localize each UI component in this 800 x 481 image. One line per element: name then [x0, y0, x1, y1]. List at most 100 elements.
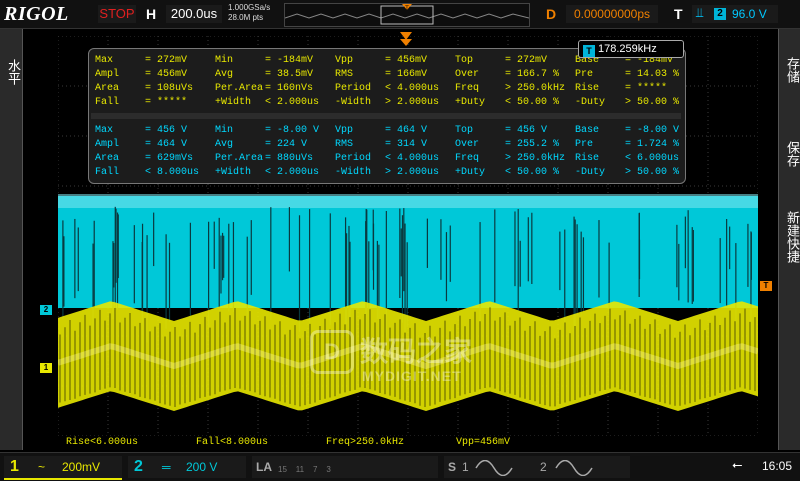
measurement-strip: Rise<6.000us Fall<8.000us Freq>250.0kHz …	[58, 436, 758, 450]
ch1-measure-value: < 2.000us	[265, 97, 320, 108]
ch2-measure-value: = -8.00 V	[625, 125, 680, 136]
horizontal-delay[interactable]: 0.00000000ps	[566, 5, 658, 23]
ch1-measure-label: Over	[455, 69, 480, 80]
ch1-measure-value: = 456mV	[385, 55, 428, 66]
horizontal-label: H	[146, 6, 157, 22]
s2-number: 2	[540, 460, 547, 474]
storage-tab[interactable]: 存储	[781, 57, 799, 83]
ch1-measure-label: Min	[215, 55, 234, 66]
channel-2-box[interactable]: 2 ═ 200 V	[128, 456, 246, 478]
ch1-measure-value: = 38.5mV	[265, 69, 314, 80]
ch2-measure-value: < 50.00 %	[505, 167, 560, 178]
ch1-measure-label: +Width	[215, 97, 252, 108]
s2-sine-icon	[555, 460, 593, 476]
ch2-measure-label: Min	[215, 125, 234, 136]
ch2-measure-label: Top	[455, 125, 474, 136]
trigger-settings[interactable]: ⫫ 2 96.0 V	[692, 5, 778, 23]
ch1-measure-label: RMS	[335, 69, 354, 80]
strip-fall[interactable]: Fall<8.000us	[196, 437, 268, 448]
delay-label: D	[546, 6, 557, 22]
logic-analyzer-box[interactable]: LA 15 11 7 3	[252, 456, 438, 478]
channel-2-offset-marker[interactable]: 2	[40, 305, 52, 315]
right-menu-panel[interactable]: 存储 保存 新建快捷	[778, 29, 800, 450]
ch2-measure-label: Freq	[455, 153, 480, 164]
ch2-measure-value: = 314 V	[385, 139, 428, 150]
ch2-measure-label: +Duty	[455, 167, 486, 178]
ch2-measure-row: Max = 456 V Min = -8.00 V Vpp = 464 V Top = 456…	[95, 125, 685, 139]
ch2-measure-label: Ampl	[95, 139, 120, 150]
ch1-measure-value: = *****	[145, 97, 188, 108]
ch1-measure-label: -Width	[335, 97, 372, 108]
ch2-measure-value: = 464 V	[145, 139, 188, 150]
channel-1-scale: 200mV	[62, 460, 101, 474]
channel-2-number: 2	[134, 458, 143, 475]
ch2-measure-value: < 6.000us	[625, 153, 680, 164]
ch1-measure-label: Ampl	[95, 69, 120, 80]
ch2-measure-label: -Duty	[575, 167, 606, 178]
ch2-measure-label: Max	[95, 125, 114, 136]
clock: 16:05	[762, 459, 793, 473]
la-channel-ticks: 15 11 7 3	[278, 465, 331, 474]
la-label: LA	[256, 460, 272, 474]
ch1-measure-label: Per.Area	[215, 83, 264, 94]
usb-icon: ⭠	[732, 458, 743, 473]
trigger-position-icon[interactable]	[400, 32, 412, 46]
watermark-logo: D	[310, 330, 354, 374]
brand-logo: RIGOL	[4, 3, 69, 25]
ch2-measure-value: = 224 V	[265, 139, 308, 150]
sample-rate: 1.000GSa/s	[228, 3, 271, 12]
horizontal-timebase[interactable]: 200.0us	[166, 5, 222, 23]
ch1-measure-value: = 166.7 %	[505, 69, 560, 80]
ch1-measure-value: = *****	[625, 83, 668, 94]
ch1-measure-value: < 50.00 %	[505, 97, 560, 108]
horizontal-menu-tab[interactable]: 水平	[2, 59, 20, 85]
ch1-measure-label: Period	[335, 83, 372, 94]
memory-overview[interactable]: T	[284, 3, 530, 27]
ch2-measure-value: = 464 V	[385, 125, 428, 136]
ch2-measure-value: = -8.00 V	[265, 125, 320, 136]
rising-edge-icon: ⫫	[696, 6, 704, 21]
ch1-measure-value: = 456mV	[145, 69, 188, 80]
ch1-measure-value: = 108uVs	[145, 83, 194, 94]
new-shortcut-tab[interactable]: 新建快捷	[781, 211, 799, 263]
ch2-measure-value: = 255.2 %	[505, 139, 560, 150]
frequency-counter[interactable]: T 178.259kHz	[578, 40, 684, 58]
measurement-panel[interactable]: Max = 272mV Min = -184mV Vpp = 456mV Top = 272m…	[88, 48, 686, 184]
strip-vpp[interactable]: Vpp=456mV	[456, 437, 510, 448]
strip-rise[interactable]: Rise<6.000us	[66, 437, 138, 448]
ch1-measure-label: -Duty	[575, 97, 606, 108]
channel-1-box[interactable]: 1 ~ 200mV	[4, 456, 122, 480]
trigger-level-marker[interactable]: T	[760, 281, 772, 291]
s1-sine-icon	[475, 460, 513, 476]
channel-1-number: 1	[10, 458, 19, 475]
channel-1-coupling-icon: ~	[38, 460, 46, 474]
watermark-en: MYDIGIT.NET	[362, 368, 462, 384]
ch1-measure-row: Area = 108uVs Per.Area = 160nVs Period < 4.00…	[95, 83, 685, 97]
ch2-measure-label: +Width	[215, 167, 252, 178]
ch2-measure-label: Pre	[575, 139, 594, 150]
save-tab[interactable]: 保存	[781, 141, 799, 167]
serial-decode-box[interactable]: S 1 2	[444, 456, 630, 478]
counter-value: 178.259kHz	[598, 43, 657, 55]
sample-info: 1.000GSa/s 28.0M pts	[228, 3, 270, 23]
ch2-measure-label: Avg	[215, 139, 234, 150]
ch2-measure-value: = 1.724 %	[625, 139, 680, 150]
strip-freq[interactable]: Freq>250.0kHz	[326, 437, 404, 448]
ch2-measure-value: > 2.000us	[385, 167, 440, 178]
run-stop-indicator[interactable]: STOP	[98, 5, 136, 23]
ch2-measure-label: Over	[455, 139, 480, 150]
ch2-measure-value: = 629mVs	[145, 153, 194, 164]
ch1-measure-label: Pre	[575, 69, 594, 80]
ch1-measure-row: Ampl = 456mV Avg = 38.5mV RMS = 166mV Over = 16…	[95, 69, 685, 83]
ch1-measure-label: Avg	[215, 69, 234, 80]
channel-1-offset-marker[interactable]: 1	[40, 363, 52, 373]
trigger-level: 96.0 V	[732, 7, 767, 21]
ch2-measure-value: < 2.000us	[265, 167, 320, 178]
ch1-measure-value: < 4.000us	[385, 83, 440, 94]
memory-waveform-icon: T	[284, 4, 530, 25]
ch2-measure-label: Area	[95, 153, 120, 164]
ch1-measure-value: = 272mV	[145, 55, 188, 66]
counter-source: T	[583, 45, 595, 57]
ch1-measure-value: > 2.000us	[385, 97, 440, 108]
left-menu-panel[interactable]: 水平	[0, 29, 23, 450]
